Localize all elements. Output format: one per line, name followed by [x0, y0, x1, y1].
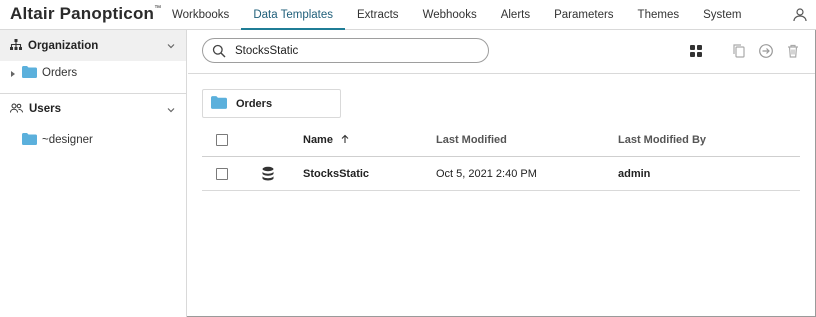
search-box[interactable]	[202, 38, 489, 63]
chevron-down-icon[interactable]	[166, 104, 176, 114]
top-bar: Altair Panopticon™ Workbooks Data Templa…	[0, 0, 816, 30]
tab-parameters[interactable]: Parameters	[542, 0, 625, 30]
column-header-last-modified[interactable]: Last Modified	[436, 134, 507, 146]
users-tree: ~designer	[0, 124, 186, 151]
tab-data-templates[interactable]: Data Templates	[241, 0, 345, 30]
tab-extracts[interactable]: Extracts	[345, 0, 411, 30]
trash-icon[interactable]	[785, 43, 801, 59]
toolbar	[188, 30, 815, 74]
arrow-circle-icon[interactable]	[758, 43, 774, 59]
brand-logo: Altair Panopticon™	[10, 4, 162, 23]
column-header-last-modified-by[interactable]: Last Modified By	[618, 134, 706, 146]
table-header-row: Name Last Modified Last Modified By	[202, 123, 800, 157]
tree-item-designer[interactable]: ~designer	[0, 129, 186, 151]
copy-icon[interactable]	[731, 43, 747, 59]
folder-icon	[22, 65, 37, 81]
tab-system[interactable]: System	[691, 0, 753, 30]
users-label: Users	[29, 103, 61, 115]
organization-section-header[interactable]: Organization	[0, 30, 186, 61]
tree-item-label: Orders	[42, 67, 78, 79]
sidebar: Organization Orders Users ~designer	[0, 30, 187, 317]
row-last-modified-by: admin	[618, 168, 651, 180]
row-checkbox[interactable]	[216, 168, 228, 180]
organization-tree: Orders	[0, 61, 186, 93]
grid-icon[interactable]	[688, 43, 704, 59]
tab-alerts[interactable]: Alerts	[489, 0, 542, 30]
search-input[interactable]	[235, 42, 475, 59]
user-icon[interactable]	[792, 7, 808, 23]
database-icon	[261, 166, 275, 182]
row-last-modified: Oct 5, 2021 2:40 PM	[436, 168, 537, 180]
main-nav: Workbooks Data Templates Extracts Webhoo…	[160, 0, 753, 30]
folder-chip-orders[interactable]: Orders	[202, 89, 341, 118]
folder-icon	[211, 95, 227, 112]
table-row[interactable]: StocksStatic Oct 5, 2021 2:40 PM admin	[202, 157, 800, 191]
tab-themes[interactable]: Themes	[626, 0, 692, 30]
column-header-name[interactable]: Name	[303, 134, 349, 146]
select-all-checkbox[interactable]	[216, 134, 228, 146]
users-section-header[interactable]: Users	[0, 93, 186, 124]
tree-item-orders[interactable]: Orders	[0, 62, 186, 84]
main-content: Orders Name Last Modified Last Modified …	[188, 30, 815, 316]
tree-item-label: ~designer	[42, 134, 93, 146]
users-icon	[10, 102, 23, 116]
organization-label: Organization	[28, 39, 99, 52]
folder-chip-label: Orders	[236, 97, 273, 110]
tab-workbooks[interactable]: Workbooks	[160, 0, 241, 30]
row-name[interactable]: StocksStatic	[303, 168, 369, 180]
hierarchy-icon	[10, 38, 22, 53]
sort-ascending-icon	[341, 134, 349, 144]
search-icon	[212, 44, 226, 58]
data-templates-table: Name Last Modified Last Modified By Stoc…	[202, 123, 800, 191]
tab-webhooks[interactable]: Webhooks	[411, 0, 489, 30]
caret-right-icon[interactable]	[9, 69, 17, 77]
chevron-down-icon[interactable]	[166, 40, 176, 50]
folder-icon	[22, 132, 37, 148]
